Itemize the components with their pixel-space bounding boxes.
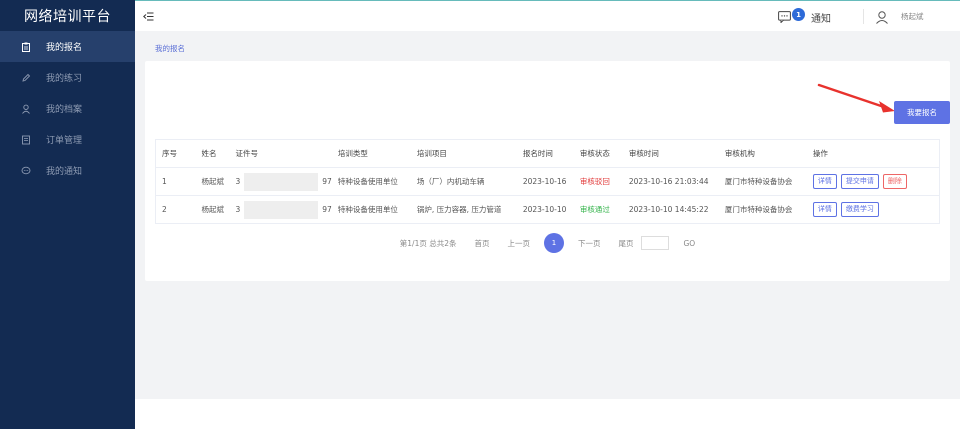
apply-button[interactable]: 我要报名 (894, 101, 950, 124)
cell-name: 杨起斌 (195, 195, 230, 224)
id-suffix: 97 (322, 176, 332, 186)
footer-area (135, 399, 960, 429)
pager-go[interactable]: GO (684, 239, 696, 248)
notification-badge: 1 (792, 8, 805, 21)
id-prefix: 3 (235, 176, 241, 186)
user-menu[interactable]: 杨起斌 (875, 8, 924, 25)
cell-apply-date: 2023-10-10 (516, 195, 574, 224)
sidebar-item-label: 订单管理 (46, 136, 83, 146)
cell-type: 特种设备使用单位 (331, 167, 411, 196)
redaction-mask (244, 172, 319, 191)
pager-current-page[interactable]: 1 (544, 233, 564, 253)
sidebar-item-notifications[interactable]: 我的通知 (0, 155, 135, 186)
red-arrow-annotation (817, 83, 895, 113)
avatar-icon (875, 10, 889, 24)
breadcrumb[interactable]: 我的报名 (155, 43, 185, 54)
pagination: 第1/1页 总共2条 首页 上一页 1 下一页 尾页 GO (145, 233, 950, 253)
detail-button[interactable]: 详情 (812, 202, 837, 217)
status-badge: 审核通过 (573, 195, 623, 224)
cell-ops: 详情 提交申请 删除 (806, 167, 940, 196)
cell-project: 锅炉, 压力容器, 压力管道 (410, 195, 517, 224)
cell-index: 2 (155, 195, 196, 224)
column-header: 序号 (155, 139, 196, 168)
column-header: 培训类型 (331, 139, 411, 168)
pager-first[interactable]: 首页 (475, 238, 490, 249)
main-content: 我的报名 我要报名 序号 姓名 证件号 培训类型 培训项目 报名时间 审核状态 … (135, 31, 960, 399)
menu-toggle-icon[interactable] (143, 11, 154, 22)
cell-org: 厦门市特种设备协会 (718, 167, 807, 196)
registration-table: 序号 姓名 证件号 培训类型 培训项目 报名时间 审核状态 审核时间 审核机构 … (155, 139, 940, 224)
cell-review-time: 2023-10-16 21:03:44 (622, 167, 719, 196)
redaction-mask (244, 200, 319, 219)
cell-org: 厦门市特种设备协会 (718, 195, 807, 224)
sidebar: 网络培训平台 我的报名 我的练习 我的档案 订单管理 我的通知 (0, 0, 135, 429)
pencil-icon (20, 72, 32, 84)
user-name: 杨起斌 (901, 12, 924, 21)
cell-ops: 详情 缴费学习 (806, 195, 940, 224)
app-title: 网络培训平台 (24, 8, 111, 25)
notification-label: 通知 (811, 13, 831, 25)
user-icon (20, 103, 32, 115)
pager-last[interactable]: 尾页 (619, 238, 634, 249)
cell-index: 1 (155, 167, 196, 196)
table-row: 2 杨起斌 3 97 特种设备使用单位 锅炉, 压力容器, 压力管道 2023-1… (155, 195, 940, 224)
cell-type: 特种设备使用单位 (331, 195, 411, 224)
column-header: 培训项目 (410, 139, 517, 168)
submit-application-button[interactable]: 提交申请 (840, 174, 879, 189)
sidebar-item-label: 我的通知 (46, 167, 83, 177)
pager-prev[interactable]: 上一页 (508, 238, 531, 249)
topbar-divider (863, 9, 864, 24)
cell-name: 杨起斌 (195, 167, 230, 196)
sidebar-item-practice[interactable]: 我的练习 (0, 62, 135, 93)
sidebar-item-label: 我的档案 (46, 105, 83, 115)
sidebar-item-profile[interactable]: 我的档案 (0, 93, 135, 124)
id-prefix: 3 (235, 204, 241, 214)
page-jump-input[interactable] (640, 236, 669, 250)
table-row: 1 杨起斌 3 97 特种设备使用单位 场（厂）内机动车辆 2023-10-16 … (155, 167, 940, 196)
pager-next[interactable]: 下一页 (578, 238, 601, 249)
notification-button[interactable]: 1 通知 (778, 7, 831, 27)
delete-button[interactable]: 删除 (882, 174, 907, 189)
id-suffix: 97 (322, 204, 332, 214)
column-header: 报名时间 (516, 139, 574, 168)
cell-id-number: 3 97 (229, 167, 332, 196)
registration-card: 我要报名 序号 姓名 证件号 培训类型 培训项目 报名时间 审核状态 审核时间 … (145, 61, 950, 281)
sidebar-item-label: 我的报名 (46, 43, 83, 53)
clipboard-icon (20, 41, 32, 53)
cell-id-number: 3 97 (229, 195, 332, 224)
cell-apply-date: 2023-10-16 (516, 167, 574, 196)
cell-project: 场（厂）内机动车辆 (410, 167, 517, 196)
message-icon: 1 (778, 8, 805, 24)
sidebar-item-orders[interactable]: 订单管理 (0, 124, 135, 155)
pay-and-study-button[interactable]: 缴费学习 (840, 202, 879, 217)
pager-summary: 第1/1页 总共2条 (399, 238, 457, 248)
column-header: 审核机构 (718, 139, 807, 168)
column-header: 证件号 (229, 139, 332, 168)
detail-button[interactable]: 详情 (812, 174, 837, 189)
sidebar-menu: 我的报名 我的练习 我的档案 订单管理 我的通知 (0, 31, 135, 186)
column-header: 审核时间 (622, 139, 719, 168)
sidebar-item-registration[interactable]: 我的报名 (0, 31, 135, 62)
status-badge: 审核驳回 (573, 167, 623, 196)
sidebar-item-label: 我的练习 (46, 74, 83, 84)
topbar: 1 通知 杨起斌 (135, 0, 960, 31)
column-header: 姓名 (195, 139, 230, 168)
chat-icon (20, 165, 32, 177)
column-header: 操作 (806, 139, 940, 168)
cell-review-time: 2023-10-10 14:45:22 (622, 195, 719, 224)
table-header-row: 序号 姓名 证件号 培训类型 培训项目 报名时间 审核状态 审核时间 审核机构 … (155, 139, 940, 168)
document-icon (20, 134, 32, 146)
column-header: 审核状态 (573, 139, 623, 168)
